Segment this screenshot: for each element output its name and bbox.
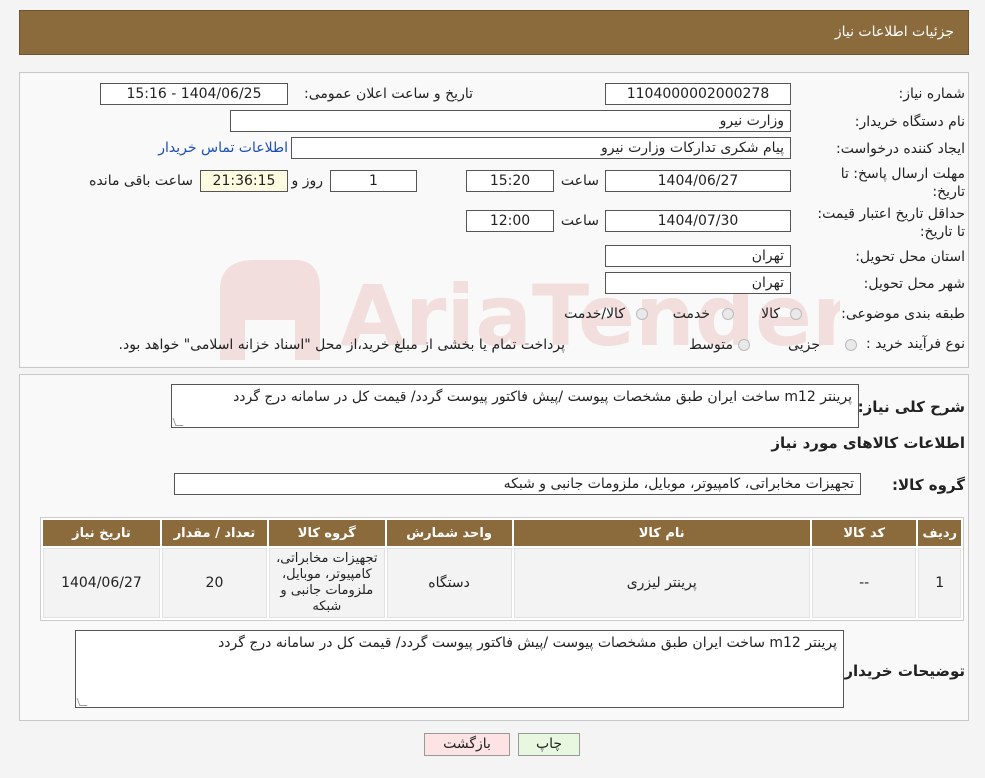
validity-label: حداقل تاریخ اعتبار قیمت: تا تاریخ: <box>817 206 965 240</box>
remaining-time-field: 21:36:15 <box>200 170 288 192</box>
category-service-label: خدمت <box>672 306 710 322</box>
col-unit-header: واحد شمارش <box>386 520 512 546</box>
days-word: روز و <box>291 173 324 189</box>
cell-group: تجهیزات مخابراتی، کامپیوتر، موبایل، ملزو… <box>269 548 385 618</box>
summary-label: شرح کلی نیاز: <box>857 398 965 416</box>
creator-field: پیام شکری تدارکات وزارت نیرو <box>291 137 791 159</box>
summary-textarea[interactable]: پرینتر m12 ساخت ایران طبق مشخصات پیوست /… <box>171 384 859 428</box>
goods-group-field: تجهیزات مخابراتی، کامپیوتر، موبایل، ملزو… <box>174 473 861 495</box>
col-date-header: تاریخ نیاز <box>43 520 160 546</box>
remaining-label: ساعت باقی مانده <box>89 173 193 189</box>
col-row-header: ردیف <box>918 520 961 546</box>
process-small-radio[interactable] <box>845 339 857 351</box>
goods-info-title: اطلاعات کالاهای مورد نیاز <box>771 434 965 452</box>
creator-label: ایجاد کننده درخواست: <box>836 141 965 157</box>
cell-code: -- <box>811 548 917 618</box>
cell-row: 1 <box>918 548 961 618</box>
buyer-notes-textarea[interactable]: پرینتر m12 ساخت ایران طبق مشخصات پیوست /… <box>75 630 844 708</box>
category-service-radio[interactable] <box>722 308 734 320</box>
category-label: طبقه بندی موضوعی: <box>841 306 965 322</box>
table-header-row: ردیف کد کالا نام کالا واحد شمارش گروه کا… <box>43 520 961 546</box>
col-qty-header: تعداد / مقدار <box>161 520 268 546</box>
goods-group-label: گروه کالا: <box>892 476 965 494</box>
buyer-notes-text: پرینتر m12 ساخت ایران طبق مشخصات پیوست /… <box>218 635 837 651</box>
summary-text: پرینتر m12 ساخت ایران طبق مشخصات پیوست /… <box>233 389 852 405</box>
back-button[interactable]: بازگشت <box>424 733 510 756</box>
deadline-label: مهلت ارسال پاسخ: تا تاریخ: <box>840 166 965 200</box>
deadline-date-field: 1404/06/27 <box>605 170 791 192</box>
cell-name: پرینتر لیزری <box>513 548 810 618</box>
days-field: 1 <box>330 170 417 192</box>
process-medium-label: متوسط <box>689 337 733 353</box>
deadline-time-word: ساعت <box>560 173 599 189</box>
payment-note: پرداخت تمام یا بخشی از مبلغ خرید،از محل … <box>118 337 565 353</box>
need-number-field: 1104000002000278 <box>605 83 791 105</box>
city-label: شهر محل تحویل: <box>863 276 965 292</box>
category-goods-service-radio[interactable] <box>636 308 648 320</box>
deadline-time-field: 15:20 <box>466 170 554 192</box>
buyer-notes-label: توضیحات خریدار: <box>838 662 965 680</box>
process-medium-radio[interactable] <box>738 339 750 351</box>
province-label: استان محل تحویل: <box>855 249 965 265</box>
announce-label: تاریخ و ساعت اعلان عمومی: <box>304 86 473 102</box>
category-goods-label: کالا <box>761 306 780 322</box>
col-group-header: گروه کالا <box>269 520 385 546</box>
buyer-org-label: نام دستگاه خریدار: <box>854 114 965 130</box>
cell-qty: 20 <box>161 548 268 618</box>
validity-time-word: ساعت <box>560 213 599 229</box>
resize-handle-icon[interactable] <box>172 418 184 426</box>
col-code-header: کد کالا <box>811 520 917 546</box>
validity-time-field: 12:00 <box>466 210 554 232</box>
cell-unit: دستگاه <box>386 548 512 618</box>
process-label: نوع فرآیند خرید : <box>866 336 965 352</box>
category-goods-service-label: کالا/خدمت <box>564 306 625 322</box>
table-row: 1 -- پرینتر لیزری دستگاه تجهیزات مخابرات… <box>43 548 961 618</box>
col-name-header: نام کالا <box>513 520 810 546</box>
cell-date: 1404/06/27 <box>43 548 160 618</box>
contact-buyer-link[interactable]: اطلاعات تماس خریدار <box>158 140 288 156</box>
province-field: تهران <box>605 245 791 267</box>
category-goods-radio[interactable] <box>790 308 802 320</box>
city-field: تهران <box>605 272 791 294</box>
process-small-label: جزیی <box>788 337 820 353</box>
announce-field: 1404/06/25 - 15:16 <box>100 83 288 105</box>
page-title: جزئیات اطلاعات نیاز <box>834 24 954 40</box>
print-button[interactable]: چاپ <box>518 733 580 756</box>
page-header: جزئیات اطلاعات نیاز <box>19 10 969 55</box>
resize-handle-icon[interactable] <box>76 698 88 706</box>
need-number-label: شماره نیاز: <box>898 86 966 102</box>
goods-table: ردیف کد کالا نام کالا واحد شمارش گروه کا… <box>40 517 964 621</box>
validity-date-field: 1404/07/30 <box>605 210 791 232</box>
buyer-org-field: وزارت نیرو <box>230 110 791 132</box>
